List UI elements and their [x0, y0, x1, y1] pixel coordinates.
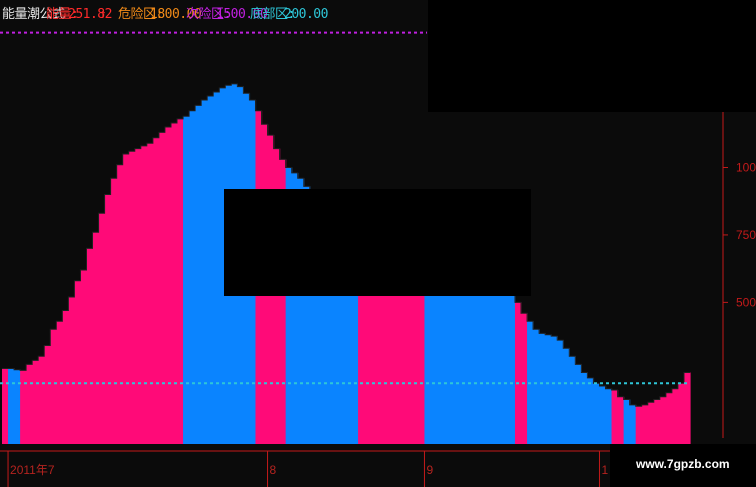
bar	[98, 213, 106, 444]
bar	[677, 383, 685, 444]
bar	[50, 329, 57, 444]
bar	[382, 272, 389, 444]
bar	[158, 132, 166, 444]
bar	[164, 127, 172, 444]
bar	[653, 399, 661, 444]
bar	[2, 368, 9, 444]
bar	[406, 283, 413, 444]
bar	[44, 345, 51, 444]
bar	[68, 296, 76, 444]
bar	[418, 270, 426, 444]
bar	[201, 100, 208, 444]
bar	[508, 288, 516, 444]
bar	[110, 178, 118, 445]
bar	[412, 278, 420, 444]
energy-tide-chart: 能量潮公式 能量: 251.82 ↑ 危险区: 1800.00 次险区: 150…	[0, 0, 756, 487]
energy-value: 251.82	[68, 7, 112, 22]
bar	[20, 370, 27, 444]
bar	[86, 248, 94, 444]
x-tick-label: 9	[426, 463, 433, 477]
bar	[104, 194, 112, 444]
bar	[195, 105, 202, 444]
bar	[671, 388, 679, 444]
bar	[563, 348, 570, 444]
bar	[557, 340, 564, 444]
bar	[213, 91, 220, 444]
bar	[388, 278, 395, 444]
bar	[659, 396, 667, 444]
bar	[623, 399, 631, 444]
bar	[641, 404, 649, 444]
y-tick-label: 750.0	[736, 228, 756, 242]
bar	[26, 364, 33, 444]
bar	[551, 336, 558, 444]
bar	[116, 164, 124, 444]
bar	[533, 329, 540, 444]
bar	[38, 356, 45, 444]
svg-text:能量潮公式 能量: 251.82 ↑: 能量潮公式 能量: 251.82 ↑ 危险区: 1800.00 次险区: 150…	[2, 6, 328, 22]
bar	[521, 313, 528, 444]
bar	[80, 270, 88, 444]
occlusion-box-top-right	[428, 0, 756, 112]
bar	[183, 116, 190, 445]
bar	[170, 122, 178, 444]
bar	[502, 275, 510, 444]
bar	[146, 143, 154, 445]
x-tick-label: 8	[270, 463, 277, 477]
y-tick-label: 1000.	[736, 160, 756, 174]
occlusion-box-center	[224, 189, 531, 296]
bar	[14, 369, 21, 444]
bar	[514, 302, 522, 444]
bar	[569, 356, 576, 444]
watermark-text: www.7gpzb.com	[635, 457, 730, 471]
y-tick-label: 500.0	[736, 295, 756, 309]
bar	[617, 396, 625, 444]
x-tick-label: 2011年7	[10, 463, 55, 477]
bar	[599, 386, 607, 444]
bar	[665, 392, 673, 444]
bar	[647, 402, 655, 444]
bar	[400, 286, 407, 444]
bar	[635, 406, 643, 444]
bar	[575, 364, 582, 444]
bar	[92, 232, 100, 444]
bar	[152, 137, 160, 444]
bar	[62, 310, 69, 444]
bar	[587, 377, 595, 444]
bar	[189, 110, 196, 444]
bar	[611, 390, 619, 444]
bar	[74, 280, 82, 444]
bar	[593, 383, 601, 444]
bar	[32, 360, 39, 444]
arrow-up-icon: ↑	[99, 7, 106, 22]
bar	[8, 368, 15, 444]
bar	[134, 148, 142, 444]
bar	[177, 118, 184, 444]
x-tick-label: 1	[601, 463, 608, 477]
bar	[122, 154, 130, 444]
bar	[394, 280, 401, 444]
bar	[539, 333, 546, 444]
bar	[605, 388, 613, 444]
bar	[128, 151, 136, 445]
bar	[140, 145, 148, 444]
bar	[629, 404, 637, 444]
bottom-value: 200.00	[284, 7, 328, 22]
bar	[545, 334, 552, 444]
bar	[207, 96, 214, 444]
